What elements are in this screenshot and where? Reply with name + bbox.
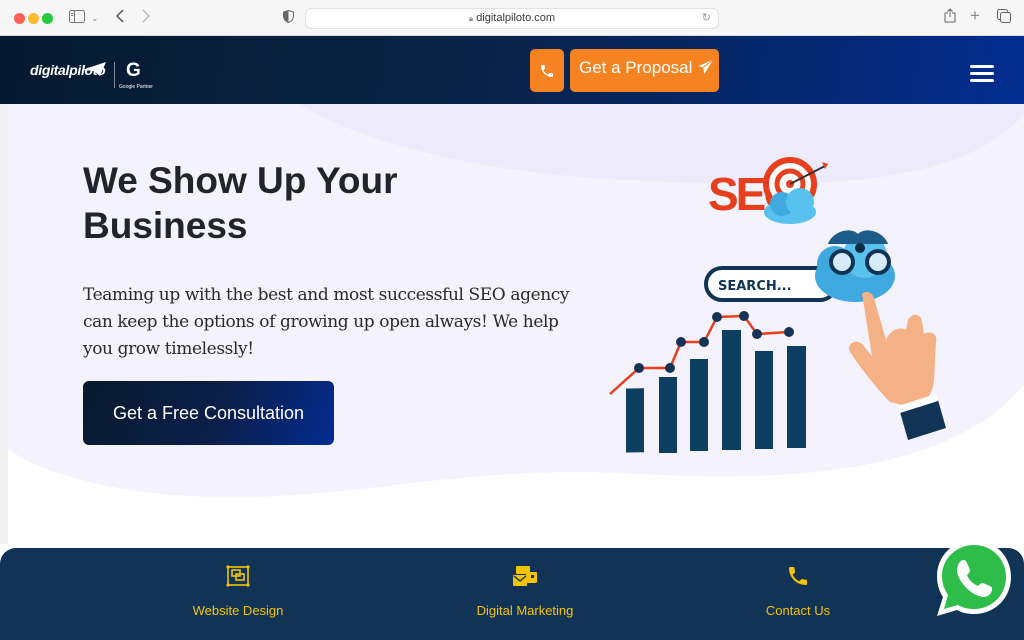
contact-us-label: Contact Us — [765, 603, 831, 618]
hero-title: We Show Up Your Business — [83, 160, 398, 246]
get-proposal-button[interactable]: Get a Proposal — [570, 49, 719, 92]
free-consultation-button[interactable]: Get a Free Consultation — [83, 381, 334, 445]
share-icon[interactable] — [944, 8, 956, 28]
whatsapp-chat-button[interactable] — [932, 536, 1016, 620]
website-design-icon — [226, 565, 250, 587]
hamburger-menu-icon — [970, 65, 994, 68]
google-partner-label: Google Partner — [119, 84, 153, 90]
new-tab-icon[interactable]: + — [970, 6, 980, 26]
close-window-button[interactable] — [14, 13, 25, 24]
website-design-label: Website Design — [192, 603, 284, 618]
call-button[interactable] — [530, 49, 564, 92]
digital-marketing-link[interactable]: Digital Marketing — [425, 564, 625, 618]
hero-section: We Show Up Your Business Teaming up with… — [0, 104, 1024, 548]
sidebar-icon[interactable] — [69, 8, 85, 28]
tabs-overview-icon[interactable] — [997, 8, 1011, 28]
send-icon — [698, 59, 715, 74]
minimize-window-button[interactable] — [28, 13, 39, 24]
whatsapp-icon — [937, 540, 1011, 616]
forward-icon[interactable] — [141, 8, 151, 28]
digital-marketing-icon — [513, 566, 537, 586]
search-text: SEARCH... — [718, 279, 792, 294]
url-text: digitalpiloto.com — [476, 12, 556, 24]
seo-illustration: SEO SEARCH... — [609, 157, 946, 453]
hero-description: Teaming up with the best and most succes… — [83, 285, 570, 359]
pointing-hand-icon — [849, 291, 946, 440]
menu-button[interactable] — [970, 65, 994, 85]
paper-plane-logo-icon — [82, 62, 106, 76]
privacy-shield-icon[interactable] — [283, 8, 294, 28]
bottom-service-bar: Website Design Digital Marketing Contact… — [0, 548, 1024, 640]
chevron-down-icon[interactable]: ⌄ — [91, 8, 99, 28]
maximize-window-button[interactable] — [42, 13, 53, 24]
website-design-link[interactable]: Website Design — [138, 564, 338, 618]
back-icon[interactable] — [115, 8, 125, 28]
phone-icon — [541, 64, 553, 77]
reload-icon[interactable]: ↻ — [702, 9, 711, 28]
logo-divider — [114, 62, 115, 88]
binoculars-icon — [815, 230, 895, 302]
get-proposal-label: Get a Proposal — [579, 58, 693, 77]
url-field[interactable]: 🔒︎ digitalpiloto.com ↻ — [305, 8, 719, 29]
growth-chart-graphic — [609, 311, 806, 453]
contact-us-link[interactable]: Contact Us — [698, 564, 898, 618]
lock-icon: 🔒︎ — [468, 14, 474, 23]
phone-icon — [789, 567, 807, 585]
google-g-icon: G — [126, 60, 141, 81]
digital-marketing-label: Digital Marketing — [476, 603, 574, 618]
browser-toolbar: ⌄ 🔒︎ digitalpiloto.com ↻ + — [0, 0, 1024, 36]
site-header: digitalpiloto G Google Partner — [0, 36, 1024, 104]
